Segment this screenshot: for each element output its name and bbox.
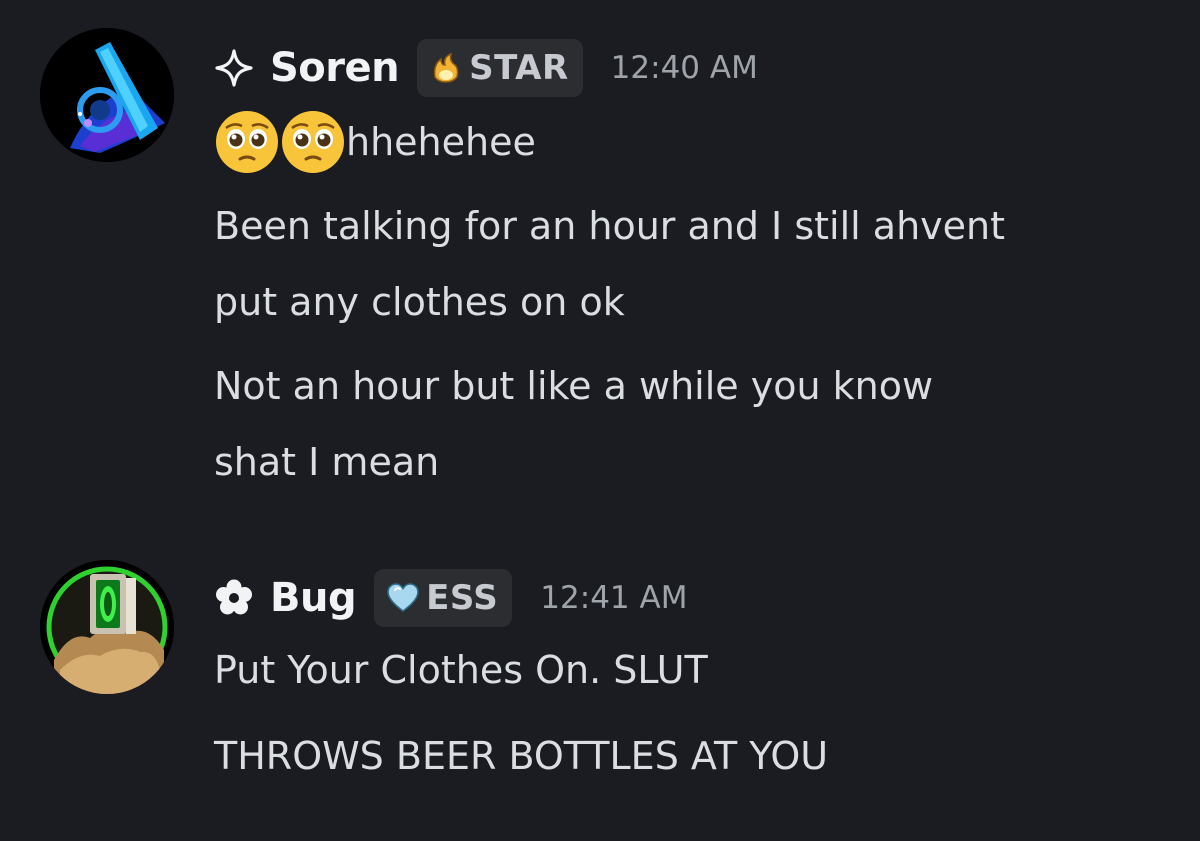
message-line: Put Your Clothes On. SLUT xyxy=(214,648,708,692)
pleading-face-emoji xyxy=(216,111,278,173)
avatar-soren[interactable] xyxy=(40,28,174,162)
role-badge-star[interactable]: STAR xyxy=(417,39,583,97)
username-soren[interactable]: Soren xyxy=(270,45,400,91)
headphone-avatar-icon xyxy=(40,28,174,162)
message-text: hhehehee xyxy=(346,120,536,164)
role-badge-ess[interactable]: ESS xyxy=(374,569,513,627)
badge-label-ess: ESS xyxy=(426,578,499,618)
heart-icon xyxy=(387,583,419,612)
message-header-bug: Bug ESS 12:41 AM xyxy=(214,568,687,628)
avatar-bug[interactable] xyxy=(40,560,174,694)
sparkle-icon xyxy=(215,49,253,87)
message-line: Not an hour but like a while you know xyxy=(214,364,934,408)
message-line: shat I mean xyxy=(214,440,440,484)
message-header-soren: Soren STAR 12:40 AM xyxy=(214,38,758,98)
username-bug[interactable]: Bug xyxy=(270,575,357,621)
badge-label-star: STAR xyxy=(469,48,569,88)
message-line: Been talking for an hour and I still ahv… xyxy=(214,204,1006,248)
message-line: THROWS BEER BOTTLES AT YOU xyxy=(214,734,829,778)
timestamp-bug[interactable]: 12:41 AM xyxy=(540,580,687,616)
pleading-face-emoji xyxy=(282,111,344,173)
message-line: hhehehee xyxy=(214,104,536,180)
flower-icon xyxy=(216,579,252,615)
portal-avatar-icon xyxy=(40,560,174,694)
timestamp-soren[interactable]: 12:40 AM xyxy=(611,50,758,86)
flame-icon xyxy=(434,52,459,83)
message-line: put any clothes on ok xyxy=(214,280,625,324)
